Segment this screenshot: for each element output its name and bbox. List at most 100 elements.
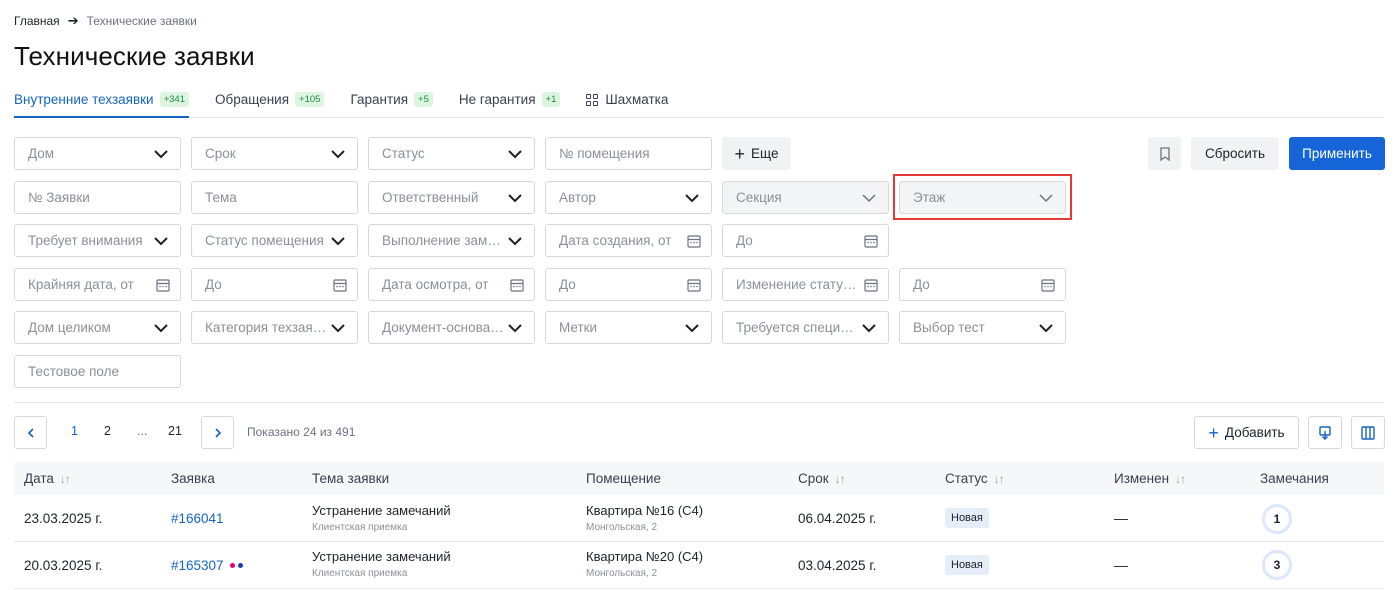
filter-topic-input[interactable]: Тема	[191, 181, 358, 214]
filter-status-change-to-date[interactable]: До	[899, 268, 1066, 301]
chevron-down-icon	[685, 323, 699, 332]
apply-button[interactable]: Применить	[1289, 137, 1385, 170]
prev-page-button[interactable]	[14, 416, 47, 449]
filter-house-select[interactable]: Дом	[14, 137, 181, 170]
filter-responsible-select[interactable]: Ответственный	[368, 181, 535, 214]
chevron-right-icon	[214, 427, 221, 438]
filter-created-from-date[interactable]: Дата создания, от	[545, 224, 712, 257]
header-label: Срок	[798, 471, 829, 486]
chevron-left-icon	[27, 427, 34, 438]
filter-label: Дом	[28, 146, 55, 161]
remarks-count[interactable]: 3	[1262, 550, 1292, 580]
chevron-down-icon	[331, 149, 345, 158]
breadcrumb: Главная ➔ Технические заявки	[14, 13, 197, 29]
page-2-link[interactable]: 2	[104, 424, 111, 438]
filter-inspection-to-date[interactable]: До	[545, 268, 712, 301]
filter-category-select[interactable]: Категория техзаявки	[191, 311, 358, 344]
tag-dots	[230, 563, 243, 568]
export-button[interactable]	[1308, 416, 1342, 449]
chevron-down-icon	[508, 193, 522, 202]
filter-deadline-from-date[interactable]: Крайняя дата, от	[14, 268, 181, 301]
filter-section-select[interactable]: Секция	[722, 181, 889, 214]
column-header-changed[interactable]: Изменен ↓↑	[1114, 471, 1186, 486]
page-1-link[interactable]: 1	[71, 424, 78, 438]
filter-deadline-to-date[interactable]: До	[191, 268, 358, 301]
filter-label: Документ-основание	[382, 320, 506, 335]
column-header-status[interactable]: Статус ↓↑	[945, 471, 1005, 486]
filter-label: Категория техзаявки	[205, 320, 329, 335]
column-header-deadline[interactable]: Срок ↓↑	[798, 471, 846, 486]
tab-non-warranty[interactable]: Не гарантия +1	[459, 82, 561, 117]
header-label: Замечания	[1260, 471, 1329, 486]
filter-test-select[interactable]: Выбор тест	[899, 311, 1066, 344]
row-divider	[14, 541, 1384, 542]
reset-button[interactable]: Сбросить	[1191, 137, 1279, 170]
sort-icon: ↓↑	[1175, 471, 1186, 486]
header-label: Заявка	[171, 471, 215, 486]
filter-label: Ответственный	[382, 190, 479, 205]
tab-badge: +1	[541, 92, 561, 107]
filter-tags-select[interactable]: Метки	[545, 311, 712, 344]
tab-chessboard[interactable]: Шахматка	[586, 82, 668, 117]
column-header-date[interactable]: Дата ↓↑	[24, 471, 71, 486]
tag-dot	[238, 563, 243, 568]
add-button-label: Добавить	[1224, 425, 1285, 440]
calendar-icon	[864, 278, 878, 292]
calendar-icon	[156, 278, 170, 292]
filter-label: Требуется специалист	[736, 320, 860, 335]
filter-remarks-completion-select[interactable]: Выполнение замечаний	[368, 224, 535, 257]
shown-count: Показано 24 из 491	[247, 425, 356, 439]
sort-icon: ↓↑	[993, 471, 1005, 486]
filter-test-field-input[interactable]: Тестовое поле	[14, 355, 181, 388]
filter-label: Изменение статуса, от	[736, 277, 858, 292]
filter-attention-select[interactable]: Требует внимания	[14, 224, 181, 257]
filter-created-to-date[interactable]: До	[722, 224, 889, 257]
tab-label: Внутренние техзаявки	[14, 92, 154, 107]
column-header-topic: Тема заявки	[312, 471, 389, 486]
filter-base-document-select[interactable]: Документ-основание	[368, 311, 535, 344]
breadcrumb-home-link[interactable]: Главная	[14, 14, 60, 28]
tab-appeals[interactable]: Обращения +105	[215, 82, 325, 117]
more-filters-button[interactable]: + Еще	[722, 137, 791, 170]
more-filters-label: Еще	[751, 146, 779, 161]
tab-warranty[interactable]: Гарантия +5	[350, 82, 433, 117]
filter-inspection-from-date[interactable]: Дата осмотра, от	[368, 268, 535, 301]
tab-internal[interactable]: Внутренние техзаявки +341	[14, 82, 189, 118]
filter-status-select[interactable]: Статус	[368, 137, 535, 170]
header-label: Изменен	[1114, 471, 1170, 486]
filter-status-change-from-date[interactable]: Изменение статуса, от	[722, 268, 889, 301]
filter-label: Статус	[382, 146, 425, 161]
filter-room-status-select[interactable]: Статус помещения	[191, 224, 358, 257]
filter-label: Дата создания, от	[559, 233, 672, 248]
page-21-link[interactable]: 21	[168, 424, 182, 438]
column-header-remarks: Замечания	[1260, 471, 1329, 486]
columns-button[interactable]	[1351, 416, 1385, 449]
row-topic-sub: Клиентская приемка	[312, 522, 408, 533]
row-deadline: 06.04.2025 г.	[798, 511, 877, 526]
next-page-button[interactable]	[201, 416, 234, 449]
filter-request-number-input[interactable]: № Заявки	[14, 181, 181, 214]
chevron-down-icon	[154, 149, 168, 158]
filter-specialist-select[interactable]: Требуется специалист	[722, 311, 889, 344]
filter-label: Тестовое поле	[28, 364, 119, 379]
tab-badge: +105	[295, 92, 325, 107]
filter-whole-house-select[interactable]: Дом целиком	[14, 311, 181, 344]
request-link[interactable]: #166041	[171, 511, 224, 526]
chevron-down-icon	[862, 323, 876, 332]
filter-label: Срок	[205, 146, 236, 161]
filter-author-select[interactable]: Автор	[545, 181, 712, 214]
row-date: 23.03.2025 г.	[24, 511, 103, 526]
request-link[interactable]: #165307	[171, 558, 224, 573]
tab-label: Не гарантия	[458, 92, 536, 107]
filter-room-number-input[interactable]: № помещения	[545, 137, 712, 170]
filter-deadline-select[interactable]: Срок	[191, 137, 358, 170]
calendar-icon	[687, 234, 701, 248]
filter-label: № помещения	[559, 146, 650, 161]
filter-label: До	[913, 277, 930, 292]
filter-label: Автор	[559, 190, 596, 205]
tab-label: Гарантия	[350, 92, 409, 107]
add-button[interactable]: + Добавить	[1194, 416, 1299, 449]
bookmark-button[interactable]	[1148, 137, 1181, 170]
remarks-count[interactable]: 1	[1262, 504, 1292, 534]
chevron-down-icon	[154, 236, 168, 245]
